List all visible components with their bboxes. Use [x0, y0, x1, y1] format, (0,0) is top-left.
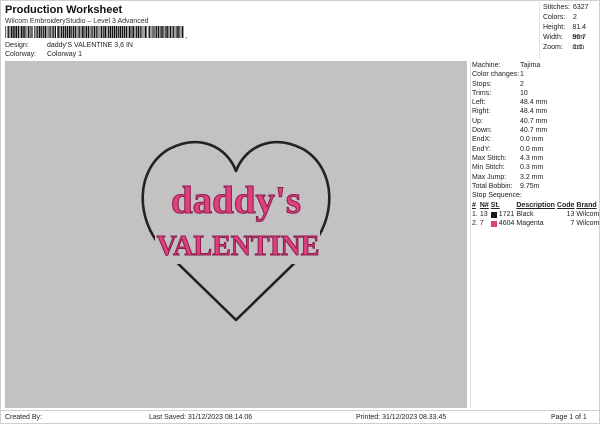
detail-label: Max Stitch: [472, 154, 507, 162]
detail-value: 2 [520, 80, 524, 88]
stat-width: Width: 96.7 mm [543, 34, 586, 51]
detail-label: Min Stitch: [472, 164, 505, 172]
detail-label: Stops: [472, 80, 492, 88]
detail-label: Machine: [472, 62, 501, 69]
detail-row: Stops: 2 [471, 80, 599, 89]
details-list: Machine: Tajima Color changes: 1 Stops: 2 Trim… [471, 61, 599, 191]
detail-value: 1 [520, 71, 524, 79]
col-code: Code [556, 202, 575, 210]
detail-label: EndY: [472, 145, 491, 153]
table-row: 1. 13 1721 Black 13 Wilcom [472, 211, 600, 219]
machine-info-panel: Machine: Tajima Color changes: 1 Stops: 2 Trim… [470, 61, 599, 408]
barcode [5, 26, 184, 38]
detail-label: Max Jump: [472, 173, 507, 181]
design-name: daddy'S VALENTINE 3,6 IN [46, 42, 133, 49]
detail-row: Up: 40.7 mm [471, 117, 599, 126]
last-saved: Last Saved: 31/12/2023 08.14.06 [149, 414, 253, 421]
stat-height: Height: 81.4 mm [543, 24, 586, 41]
detail-label: Trims: [472, 89, 492, 97]
detail-label: Right: [472, 108, 491, 116]
col-brand: Brand [576, 202, 597, 210]
detail-row: Right: 48.4 mm [471, 107, 599, 116]
detail-value: 0.3 mm [520, 164, 544, 172]
col-number: # [472, 202, 476, 210]
stat-stitches: Stitches: 6327 [543, 4, 589, 11]
detail-row: Max Jump: 3.2 mm [471, 173, 599, 182]
colorway-row: Colorway: Colorway 1 [5, 51, 82, 58]
table-row: 2. 7 4604 Magenta 7 Wilcom [472, 220, 600, 228]
detail-row: Left: 48.4 mm [471, 98, 599, 107]
col-description: Description [516, 202, 555, 210]
color-swatch [490, 211, 497, 218]
stat-zoom: Zoom: 1:1 [543, 44, 583, 51]
detail-value: 48.4 mm [520, 99, 548, 107]
detail-value: 0.0 mm [520, 136, 544, 144]
detail-value: 3.2 mm [520, 173, 544, 181]
colorway-label: Colorway: [5, 51, 37, 58]
color-swatch [490, 220, 497, 227]
barcode-suffix: , [185, 31, 188, 40]
stop-sequence-title: Stop Sequence: [472, 192, 522, 200]
detail-label: Down: [472, 127, 492, 135]
col-stitches: St. [490, 202, 500, 210]
col-needle: N# [479, 202, 489, 210]
worksheet-page: Production Worksheet Wilcom EmbroiderySt… [0, 0, 600, 424]
detail-row: EndY: 0.0 mm [471, 145, 599, 154]
detail-row: Total Bobbin: 9.75m [471, 182, 599, 191]
detail-row: Machine: Tajima [471, 61, 599, 70]
detail-row: Down: 40.7 mm [471, 126, 599, 135]
stat-colors: Colors: 2 [543, 14, 577, 21]
created-by: Created By: [5, 414, 42, 421]
embroidery-design: daddy's VALENTINE [141, 140, 331, 322]
page-number: Page 1 of 1 [551, 414, 587, 421]
design-label: Design: [5, 42, 29, 49]
stop-sequence-header: # N# St. Description Code Brand [471, 201, 600, 210]
detail-row: Max Stitch: 4.3 mm [471, 154, 599, 163]
detail-label: Left: [472, 99, 486, 107]
detail-row: EndX: 0.0 mm [471, 135, 599, 144]
detail-label: EndX: [472, 136, 492, 144]
detail-value: 4.3 mm [520, 154, 544, 162]
design-row: Design: daddy'S VALENTINE 3,6 IN [5, 42, 133, 49]
printed-date: Printed: 31/12/2023 08.33.45 [356, 414, 447, 421]
detail-value: 9.75m [520, 182, 540, 190]
detail-label: Color changes: [472, 71, 520, 79]
worksheet-footer: Created By: Last Saved: 31/12/2023 08.14… [1, 410, 600, 424]
design-text-daddys: daddy's [171, 179, 301, 222]
detail-value: 0.0 mm [520, 145, 544, 153]
detail-value: 40.7 mm [520, 117, 548, 125]
detail-value: 40.7 mm [520, 127, 548, 135]
detail-row: Min Stitch: 0.3 mm [471, 163, 599, 172]
detail-label: Up: [472, 117, 483, 125]
detail-label: Total Bobbin: [472, 182, 513, 190]
design-preview: daddy's VALENTINE [5, 61, 467, 408]
worksheet-header: Production Worksheet Wilcom EmbroiderySt… [1, 1, 539, 60]
detail-row: Trims: 10 [471, 89, 599, 98]
stop-sequence-table: # N# St. Description Code Brand 1. 13 17… [471, 201, 600, 228]
software-name: Wilcom EmbroideryStudio – Level 3 Advanc… [5, 18, 149, 25]
detail-value: 10 [520, 89, 528, 97]
detail-value: 48.4 mm [520, 108, 548, 116]
page-title: Production Worksheet [5, 4, 123, 16]
detail-row: Color changes: 1 [471, 70, 599, 79]
detail-value: Tajima [520, 62, 541, 69]
design-text-valentine: VALENTINE [157, 231, 320, 262]
summary-stats: Stitches: 6327 Colors: 2 Height: 81.4 mm Wi… [539, 3, 599, 59]
colorway-name: Colorway 1 [46, 51, 82, 58]
